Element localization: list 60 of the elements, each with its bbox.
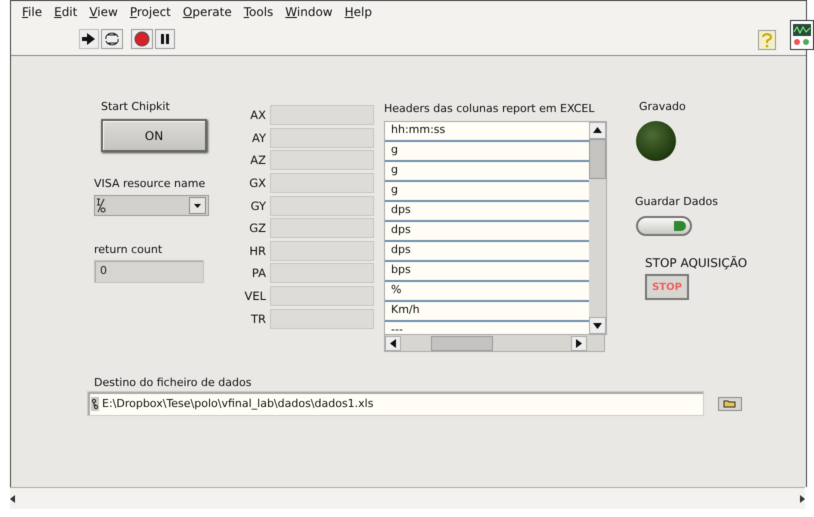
indicator-label: GX <box>248 176 266 190</box>
vertical-scrollbar[interactable] <box>589 122 606 334</box>
control-label: Destino do ficheiro de dados <box>94 376 252 389</box>
indicator-label: VEL <box>243 289 266 304</box>
menu-item[interactable]: File <box>16 5 48 23</box>
indicator-label: PA <box>250 266 266 280</box>
io-icon <box>95 196 107 215</box>
header-entry[interactable]: dps <box>385 222 589 242</box>
menu-item[interactable]: Tools <box>238 5 280 23</box>
header-entry[interactable]: g <box>385 142 589 162</box>
control-label: Guardar Dados <box>635 195 719 208</box>
menu-item[interactable]: Edit <box>48 5 84 23</box>
header-entry[interactable]: bps <box>385 262 589 282</box>
abort-icon[interactable] <box>131 29 153 49</box>
toggle-switch[interactable] <box>636 216 692 236</box>
indicator-label: TR <box>250 312 266 326</box>
scroll-thumb[interactable] <box>431 336 493 350</box>
return-count-field: 0 <box>94 260 204 283</box>
scroll-right-icon[interactable] <box>799 494 805 502</box>
run-continuously-icon[interactable] <box>101 29 123 49</box>
scroll-thumb[interactable] <box>589 139 606 179</box>
on-button[interactable]: ON <box>101 119 207 152</box>
vi-icon <box>790 20 814 50</box>
menu-item[interactable]: Operate <box>176 5 238 23</box>
menu-item[interactable]: Project <box>124 5 177 23</box>
browse-button[interactable] <box>718 396 742 410</box>
indicator-label: AY <box>251 130 266 145</box>
visa-resource-dropdown[interactable] <box>94 195 209 216</box>
control-label: Headers das colunas report em EXCEL <box>384 102 596 115</box>
indicator-label: Gravado <box>639 100 687 113</box>
control-label: VISA resource name <box>94 177 206 190</box>
header-entry[interactable]: % <box>385 282 589 302</box>
pause-icon[interactable] <box>155 29 175 49</box>
scroll-up-icon[interactable] <box>589 122 606 139</box>
indicator-label: HR <box>248 244 266 258</box>
scroll-left-icon[interactable] <box>385 336 401 350</box>
folder-icon <box>723 399 737 408</box>
indicator-label: AZ <box>249 153 266 168</box>
header-entry[interactable]: --- <box>385 322 589 334</box>
indicator-label: GZ <box>248 221 266 236</box>
file-path-field[interactable]: E:\Dropbox\Tese\polo\vfinal_lab\dados\dados1.xls <box>87 391 704 416</box>
header-entry[interactable]: hh:mm:ss <box>385 122 589 142</box>
path-icon <box>91 396 99 410</box>
menu-item[interactable]: Window <box>279 5 339 23</box>
control-label: Start Chipkit <box>101 100 171 113</box>
header-entry[interactable]: dps <box>385 202 589 222</box>
scroll-left-icon[interactable] <box>10 494 16 502</box>
indicator-label: GY <box>250 198 266 213</box>
header-entry[interactable]: g <box>385 162 589 182</box>
menu-item[interactable]: Help <box>338 5 378 23</box>
header-entry[interactable]: g <box>385 182 589 202</box>
header-entry[interactable]: dps <box>385 242 589 262</box>
scroll-right-icon[interactable] <box>571 336 587 350</box>
indicator-label: AX <box>249 108 266 122</box>
header-entry[interactable]: Km/h <box>385 302 589 322</box>
horizontal-scrollbar[interactable] <box>384 335 605 352</box>
menu-item[interactable]: View <box>83 5 124 23</box>
control-label: return count <box>94 243 164 256</box>
control-label: STOP AQUISIÇÃO <box>645 256 748 270</box>
scroll-down-icon[interactable] <box>589 317 606 334</box>
